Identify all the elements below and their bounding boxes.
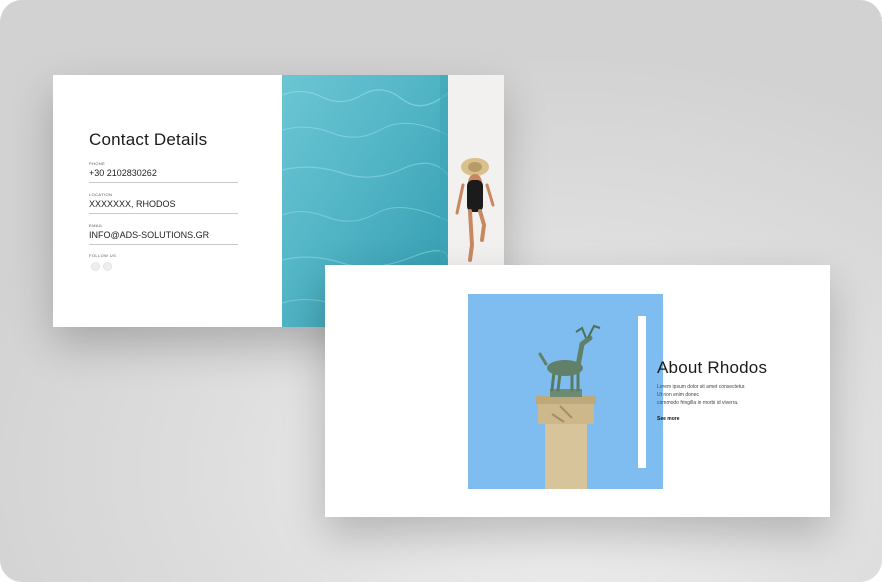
location-label: LOCATION xyxy=(89,192,113,197)
phone-value[interactable]: +30 2102830262 xyxy=(89,168,238,182)
about-title: About Rhodos xyxy=(657,358,768,377)
location-field: LOCATION XXXXXXX, RHODOS xyxy=(89,192,238,214)
social-icon-1[interactable] xyxy=(91,262,100,271)
email-label: EMAIL xyxy=(89,223,104,228)
contact-title: Contact Details xyxy=(89,130,208,149)
about-body-line: commodo fringilla in morbi id viverra. xyxy=(657,400,739,406)
email-field: EMAIL INFO@ADS-SOLUTIONS.GR xyxy=(89,223,238,245)
social-icon-2[interactable] xyxy=(103,262,112,271)
see-more-link[interactable]: See more xyxy=(657,416,680,422)
about-body-line: Lorem ipsum dolor sit amet consectetur. xyxy=(657,384,746,390)
phone-label: PHONE xyxy=(89,161,106,166)
about-body: Lorem ipsum dolor sit amet consectetur. … xyxy=(657,383,777,407)
deer-statue-photo xyxy=(468,294,663,489)
follow-us-label: FOLLOW US xyxy=(89,253,117,258)
about-rhodos-slide: About Rhodos Lorem ipsum dolor sit amet … xyxy=(325,265,830,517)
phone-field: PHONE +30 2102830262 xyxy=(89,161,238,183)
photo-frame-accent xyxy=(638,316,646,468)
email-value[interactable]: INFO@ADS-SOLUTIONS.GR xyxy=(89,230,238,244)
location-value: XXXXXXX, RHODOS xyxy=(89,199,176,209)
about-body-line: Ut non enim donec xyxy=(657,392,699,398)
mockup-background: Contact Details PHONE +30 2102830262 LOC… xyxy=(0,0,882,582)
